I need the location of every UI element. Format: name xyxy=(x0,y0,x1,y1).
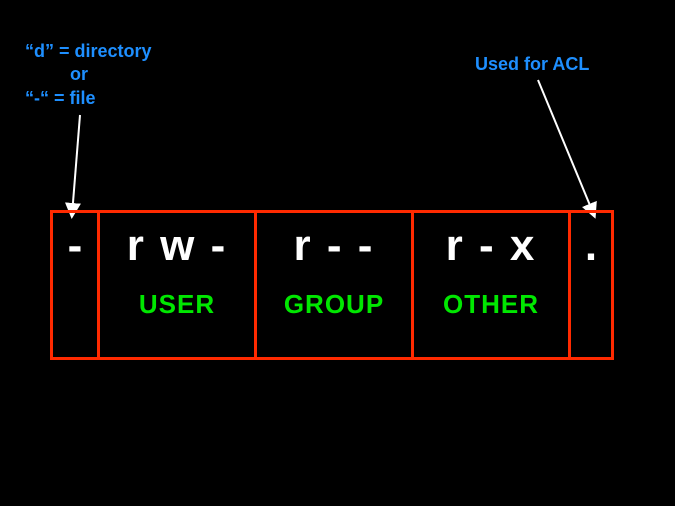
cell-other: r - x OTHER xyxy=(411,210,571,360)
label-user: USER xyxy=(139,289,215,320)
cell-acl: . xyxy=(568,210,614,360)
diagram-canvas: “d” = directory or “-“ = file Used for A… xyxy=(0,0,675,506)
chars-acl: . xyxy=(585,221,597,271)
chars-user: r w - xyxy=(127,221,227,271)
annotation-file-type: “d” = directory or “-“ = file xyxy=(25,40,152,110)
permission-string-box: - r w - USER r - - GROUP r - x OTHER . xyxy=(50,210,620,360)
annotation-acl: Used for ACL xyxy=(475,53,589,76)
chars-file-type: - xyxy=(68,221,83,271)
cell-group: r - - GROUP xyxy=(254,210,414,360)
cell-file-type: - xyxy=(50,210,100,360)
cell-user: r w - USER xyxy=(97,210,257,360)
label-group: GROUP xyxy=(284,289,384,320)
chars-other: r - x xyxy=(446,221,537,271)
chars-group: r - - xyxy=(294,221,375,271)
label-other: OTHER xyxy=(443,289,539,320)
